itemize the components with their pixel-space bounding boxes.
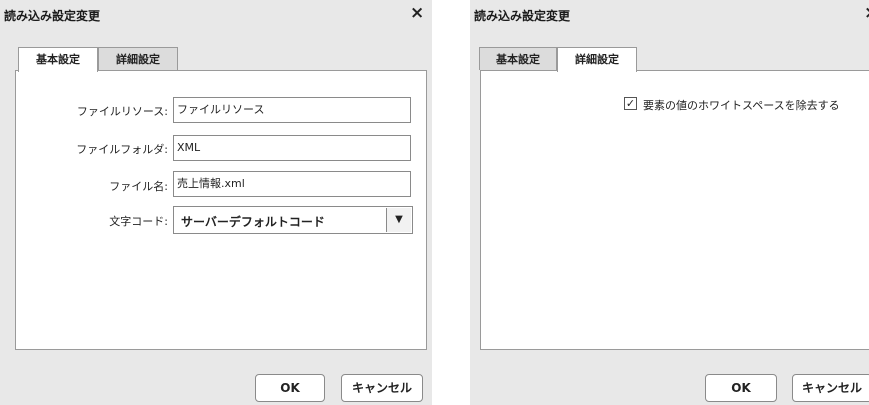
whitespace-checkbox-label: 要素の値のホワイトスペースを除去する: [643, 99, 840, 112]
tab-advanced-settings[interactable]: 詳細設定: [98, 47, 178, 70]
charset-selected-value: サーバーデフォルトコード: [181, 215, 325, 229]
check-icon: ✓: [625, 97, 636, 110]
settings-panel: ファイルリソース: ファイルリソース ファイルフォルダ: XML ファイル名: …: [15, 70, 427, 350]
file-resource-label: ファイルリソース:: [76, 105, 168, 118]
ok-button[interactable]: OK: [255, 374, 325, 402]
read-settings-dialog-advanced: 読み込み設定変更 × 基本設定 詳細設定 ✓ 要素の値のホワイトスペースを除去す…: [470, 0, 869, 405]
close-icon[interactable]: ×: [410, 3, 424, 23]
file-folder-field[interactable]: XML: [173, 135, 411, 161]
close-icon[interactable]: ×: [864, 3, 869, 23]
ok-button[interactable]: OK: [705, 374, 777, 402]
dialog-title: 読み込み設定変更: [4, 9, 101, 23]
chevron-down-icon[interactable]: ▼: [386, 208, 411, 232]
file-folder-label: ファイルフォルダ:: [76, 143, 168, 156]
cancel-button[interactable]: キャンセル: [792, 374, 869, 402]
file-name-label: ファイル名:: [109, 180, 168, 193]
charset-select[interactable]: サーバーデフォルトコード ▼: [173, 206, 413, 234]
settings-panel: ✓ 要素の値のホワイトスペースを除去する: [480, 70, 869, 350]
dialog-title: 読み込み設定変更: [474, 9, 571, 23]
whitespace-checkbox[interactable]: ✓: [624, 97, 637, 110]
charset-label: 文字コード:: [109, 215, 168, 228]
tab-advanced-settings[interactable]: 詳細設定: [557, 47, 637, 72]
read-settings-dialog-basic: 読み込み設定変更 × 基本設定 詳細設定 ファイルリソース: ファイルリソース …: [0, 0, 432, 405]
tab-basic-settings[interactable]: 基本設定: [479, 47, 557, 70]
file-name-field[interactable]: 売上情報.xml: [173, 171, 411, 197]
cancel-button[interactable]: キャンセル: [341, 374, 423, 402]
file-resource-field[interactable]: ファイルリソース: [173, 97, 411, 123]
tab-basic-settings[interactable]: 基本設定: [18, 47, 98, 72]
